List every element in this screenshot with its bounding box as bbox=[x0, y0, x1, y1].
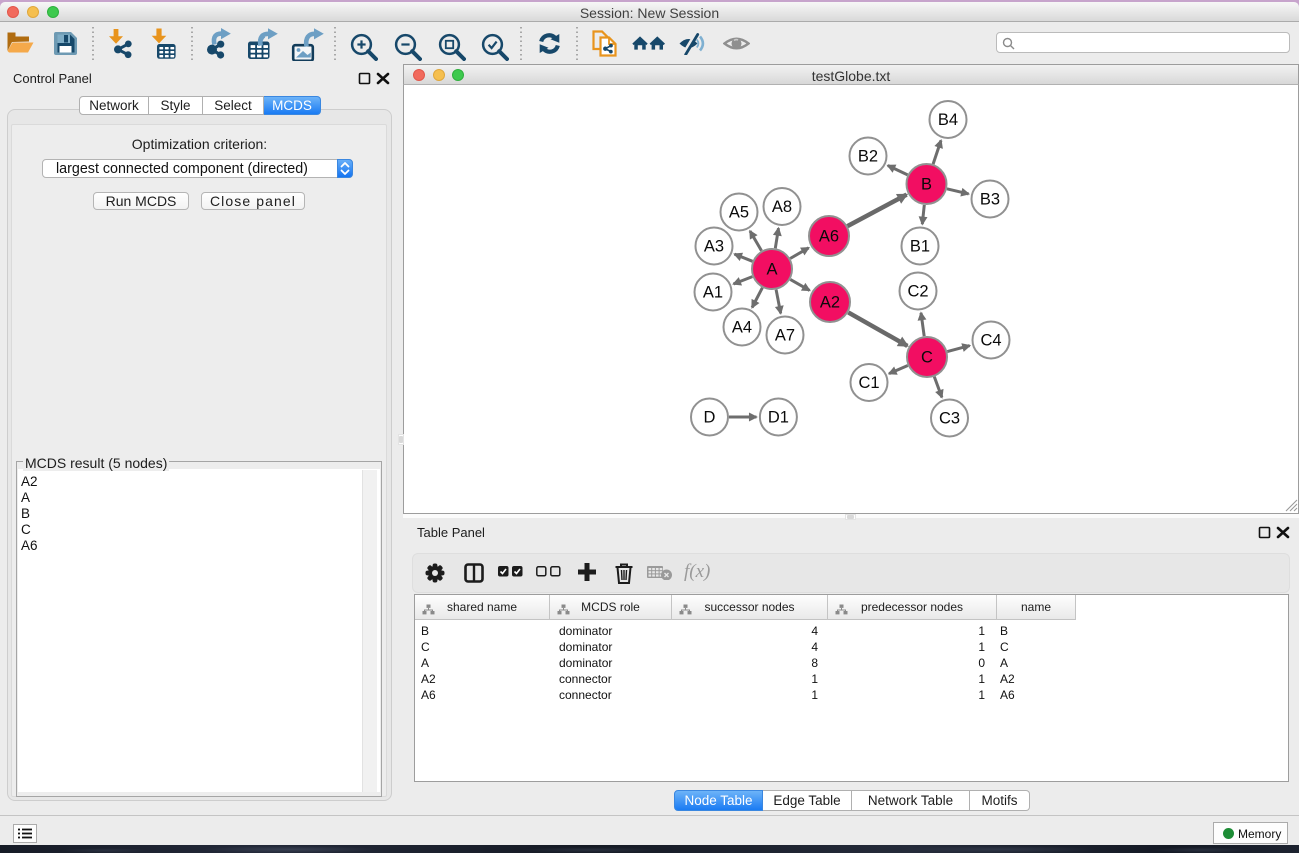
svg-text:C3: C3 bbox=[939, 410, 960, 428]
svg-text:A5: A5 bbox=[729, 204, 749, 222]
svg-text:A4: A4 bbox=[732, 319, 752, 337]
svg-text:B2: B2 bbox=[858, 148, 878, 166]
svg-text:C: C bbox=[921, 349, 933, 367]
svg-text:A7: A7 bbox=[775, 327, 795, 345]
svg-text:A: A bbox=[766, 261, 777, 279]
svg-text:B3: B3 bbox=[980, 191, 1000, 209]
svg-text:A1: A1 bbox=[703, 284, 723, 302]
svg-text:B: B bbox=[921, 176, 932, 194]
svg-text:B1: B1 bbox=[910, 238, 930, 256]
svg-text:B4: B4 bbox=[938, 111, 958, 129]
svg-text:D1: D1 bbox=[768, 409, 789, 427]
svg-text:C2: C2 bbox=[907, 283, 928, 301]
svg-text:A3: A3 bbox=[704, 238, 724, 256]
svg-text:C1: C1 bbox=[858, 374, 879, 392]
svg-text:A8: A8 bbox=[772, 198, 792, 216]
svg-text:A6: A6 bbox=[819, 228, 839, 246]
svg-text:A2: A2 bbox=[820, 294, 840, 312]
svg-text:C4: C4 bbox=[980, 332, 1001, 350]
svg-text:D: D bbox=[704, 409, 716, 427]
